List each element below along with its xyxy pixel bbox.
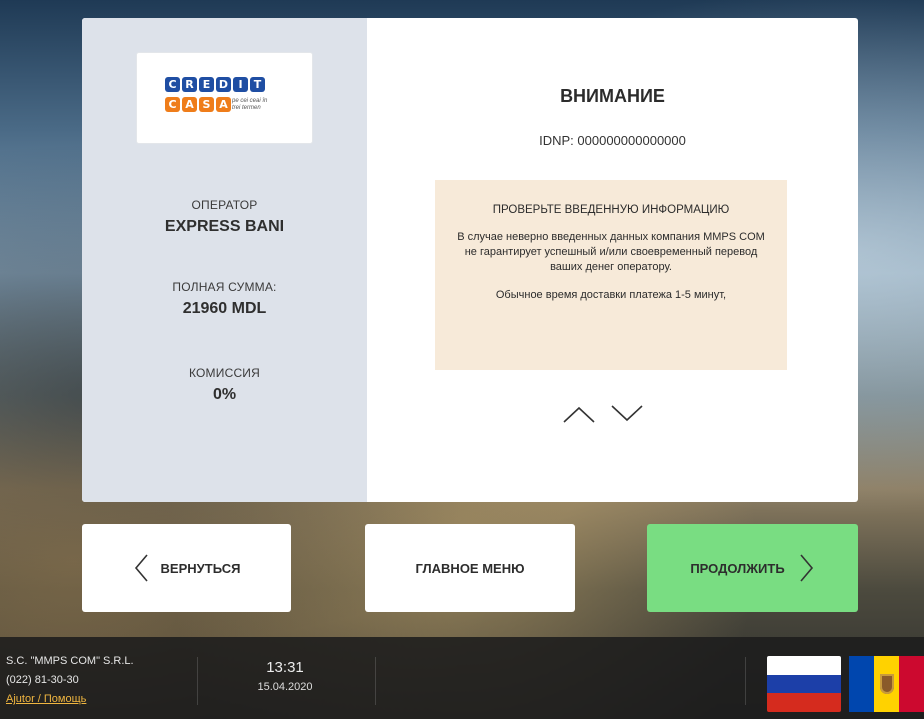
logo-tagline: pe cei ceai în trei termen (232, 98, 268, 111)
help-link[interactable]: Ajutor / Помощь (6, 693, 86, 705)
chevron-left-icon (134, 554, 148, 582)
commission-label: КОМИССИЯ (188, 366, 261, 380)
moldova-emblem-icon (880, 674, 894, 694)
chevron-down-icon[interactable] (609, 398, 645, 428)
notice-heading: ПРОВЕРЬТЕ ВВЕДЕННУЮ ИНФОРМАЦИЮ (492, 204, 730, 216)
notice-text: В случае неверно введенных данных компан… (457, 231, 765, 273)
company-name: S.C. "MMPS COM" S.R.L. (6, 655, 134, 667)
footer-divider (375, 657, 376, 705)
logo-letter: E (199, 77, 214, 92)
logo-row-casa: C A S A (165, 97, 231, 112)
logo-letter: I (233, 77, 248, 92)
logo-letter: A (182, 97, 197, 112)
chevron-up-icon[interactable] (561, 398, 597, 428)
scroll-controls (561, 398, 645, 428)
page-title: ВНИМАНИЕ (560, 86, 665, 106)
logo-letter: A (216, 97, 231, 112)
provider-panel: C R E D I T C A S A pe cei ceai în trei … (82, 18, 367, 502)
continue-button-label: ПРОДОЛЖИТЬ (690, 560, 785, 576)
back-button-label: ВЕРНУТЬСЯ (160, 560, 241, 576)
idnp-value: IDNP: 000000000000000 (539, 133, 686, 148)
total-label: ПОЛНАЯ СУММА: (172, 280, 277, 294)
logo-letter: C (165, 97, 180, 112)
warning-panel: ВНИМАНИЕ IDNP: 000000000000000 ПРОВЕРЬТЕ… (367, 18, 858, 502)
russian-flag-icon[interactable] (767, 656, 841, 712)
company-phone: (022) 81-30-30 (6, 674, 79, 686)
logo-letter: C (165, 77, 180, 92)
logo-letter: S (199, 97, 214, 112)
logo-letter: R (182, 77, 197, 92)
commission-value: 0% (212, 386, 237, 403)
provider-logo: C R E D I T C A S A pe cei ceai în trei … (137, 53, 312, 143)
payment-confirmation-card: C R E D I T C A S A pe cei ceai în trei … (82, 18, 858, 502)
clock-time: 13:31 (266, 659, 304, 676)
notice-text-delivery: Обычное время доставки платежа 1-5 минут… (495, 289, 727, 301)
main-menu-button-label: ГЛАВНОЕ МЕНЮ (415, 560, 525, 576)
main-menu-button[interactable]: ГЛАВНОЕ МЕНЮ (365, 524, 575, 612)
clock-date: 15.04.2020 (257, 681, 313, 693)
continue-button[interactable]: ПРОДОЛЖИТЬ (647, 524, 858, 612)
footer-divider (197, 657, 198, 705)
footer-divider (745, 657, 746, 705)
moldova-flag-icon[interactable] (849, 656, 924, 712)
notice-box[interactable]: ПРОВЕРЬТЕ ВВЕДЕННУЮ ИНФОРМАЦИЮ В случае … (435, 180, 787, 370)
chevron-right-icon (800, 554, 813, 582)
logo-letter: T (250, 77, 265, 92)
operator-label: ОПЕРАТОР (191, 198, 258, 212)
logo-row-credit: C R E D I T (165, 77, 265, 92)
logo-letter: D (216, 77, 231, 92)
total-value: 21960 MDL (182, 300, 267, 317)
operator-value: EXPRESS BANI (164, 218, 285, 235)
back-button[interactable]: ВЕРНУТЬСЯ (82, 524, 291, 612)
